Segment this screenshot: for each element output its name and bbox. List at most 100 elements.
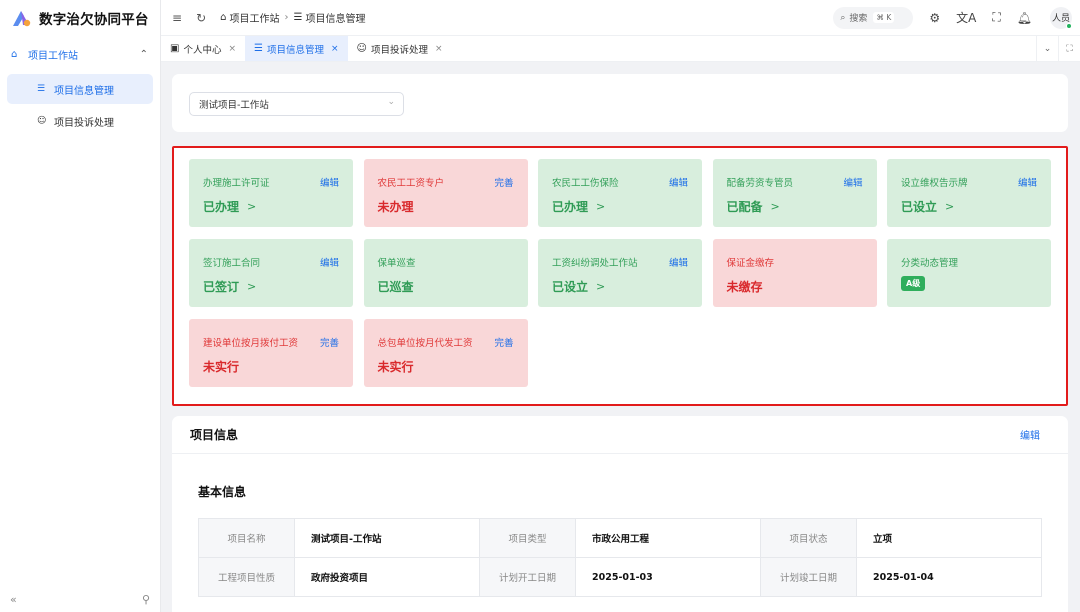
status-tile-header: 设立维权告示牌 编辑	[901, 175, 1037, 189]
status-tile[interactable]: 总包单位按月代发工资 完善未实行	[363, 319, 528, 387]
status-tile-status-text: 已设立	[552, 280, 589, 294]
status-tile-header: 保单巡查	[378, 255, 514, 269]
status-tile-header: 建设单位按月拨付工资 完善	[203, 335, 339, 349]
status-tile-status-text: 已签订	[203, 280, 240, 294]
breadcrumb-item[interactable]: 项目工作站	[229, 10, 279, 25]
app-name: 数字治欠协同平台	[39, 12, 149, 28]
status-tile-header: 总包单位按月代发工资 完善	[378, 335, 514, 349]
collapse-sidebar-icon[interactable]: «	[10, 593, 17, 606]
tab-label: 项目投诉处理	[370, 44, 428, 56]
status-tile-name: 总包单位按月代发工资	[377, 338, 473, 349]
sidebar-item-complaints[interactable]: ☺ 项目投诉处理	[7, 106, 153, 136]
status-tile-header: 配备劳资专管员 编辑	[727, 175, 863, 189]
chevron-right-icon[interactable]: >	[596, 280, 605, 293]
status-tile-action-link[interactable]: 编辑	[669, 255, 688, 269]
chevron-right-icon[interactable]: >	[247, 200, 256, 213]
sidebar-item-label: 项目信息管理	[54, 85, 114, 97]
project-info-edit-button[interactable]: 编辑	[1020, 427, 1040, 442]
project-select[interactable]: 测试项目-工作站 ⌄	[189, 92, 404, 116]
field-label: 项目状态	[760, 518, 857, 558]
menu-toggle-icon[interactable]: ≡	[172, 11, 182, 25]
field-label: 项目名称	[198, 518, 295, 558]
status-tile-status: 已办理 >	[203, 198, 339, 215]
app-logo-icon	[13, 11, 31, 27]
tab-bar-actions: ⌄ ⛶	[1036, 35, 1080, 62]
avatar[interactable]: 人员	[1050, 6, 1072, 29]
status-tile-action-link[interactable]: 编辑	[320, 175, 339, 189]
status-tile[interactable]: 保证金缴存 未缴存	[712, 239, 877, 307]
status-tile-header: 保证金缴存	[727, 255, 863, 269]
chevron-right-icon[interactable]: >	[771, 200, 780, 213]
refresh-icon[interactable]: ↻	[196, 11, 206, 25]
status-tile-status: 已签订 >	[203, 278, 339, 295]
chevron-right-icon[interactable]: >	[596, 200, 605, 213]
status-tile[interactable]: 农民工工伤保险 编辑 已办理 >	[538, 159, 702, 227]
status-tile-action-link[interactable]: 编辑	[843, 175, 862, 189]
tab-complaints[interactable]: ☺ 项目投诉处理 ×	[348, 36, 452, 61]
chevron-right-icon[interactable]: >	[247, 280, 256, 293]
header-actions: ⌕ 搜索 ⌘ K ⚙ 文A ⛶ 🔔︎ 人员	[833, 6, 1080, 29]
status-tile-status-text: 已办理	[203, 200, 240, 214]
status-tile[interactable]: 保单巡查 已巡查	[363, 239, 528, 307]
status-tile-action-link[interactable]: 编辑	[669, 175, 688, 189]
sidebar-group-project-workstation[interactable]: ⌂ 项目工作站 ⌃	[0, 36, 160, 72]
pin-icon[interactable]: ⚲	[142, 593, 150, 606]
home-icon: ⌂	[220, 12, 227, 23]
status-tile[interactable]: 分类动态管理 A级	[887, 239, 1051, 307]
status-tile-header: 农民工工资专户 完善	[378, 175, 514, 189]
settings-icon[interactable]: ⚙	[929, 11, 940, 25]
field-value: 政府投资项目	[294, 557, 480, 597]
basic-info-table: 项目名称 测试项目-工作站 项目类型 市政公用工程 项目状态 立项 工程项目性质 政府投资项目…	[198, 518, 1042, 597]
brand[interactable]: 数字治欠协同平台	[0, 0, 160, 36]
status-tile-status-text: 已巡查	[377, 280, 414, 294]
chevron-down-icon[interactable]: ⌄	[1036, 35, 1058, 62]
status-tile-status: 已设立 >	[901, 198, 1037, 215]
status-tile[interactable]: 配备劳资专管员 编辑已配备 >	[712, 159, 877, 227]
chevron-right-icon[interactable]: >	[945, 200, 954, 213]
search-label: 搜索	[849, 14, 868, 24]
grade-badge: A级	[901, 276, 926, 291]
close-icon[interactable]: ×	[435, 44, 443, 54]
status-tile-status: 已配备 >	[727, 198, 863, 215]
status-tile[interactable]: 建设单位按月拨付工资 完善 未实行	[189, 319, 353, 387]
status-tile[interactable]: 签订施工合同 编辑已签订 >	[189, 239, 353, 307]
breadcrumb-item[interactable]: 项目信息管理	[305, 10, 365, 25]
status-tile-name: 建设单位按月拨付工资	[203, 338, 299, 349]
search-button[interactable]: ⌕ 搜索 ⌘ K	[833, 6, 914, 29]
status-tile-name: 保证金缴存	[726, 258, 775, 269]
maximize-icon[interactable]: ⛶	[1058, 35, 1080, 62]
status-tile-action-link[interactable]: 编辑	[320, 255, 339, 269]
status-tile-action-link[interactable]: 完善	[494, 335, 513, 349]
status-tile-status-text: 已设立	[901, 200, 938, 214]
field-label: 计划开工日期	[479, 557, 576, 597]
status-tile-action-link[interactable]: 完善	[494, 175, 513, 189]
close-icon[interactable]: ×	[331, 44, 339, 54]
status-tile-header: 办理施工许可证 编辑	[203, 175, 339, 189]
status-tile[interactable]: 农民工工资专户 完善 未办理	[363, 159, 528, 227]
breadcrumb-separator-icon: ›	[284, 12, 289, 23]
status-tile[interactable]: 办理施工许可证 编辑 已办理 >	[189, 159, 353, 227]
bell-icon[interactable]: 🔔︎	[1017, 11, 1032, 25]
sidebar-item-project-info[interactable]: ☰ 项目信息管理	[7, 74, 153, 104]
home-icon: ⌂	[11, 48, 18, 60]
status-tile-name: 分类动态管理	[901, 258, 959, 269]
status-tile-action-link[interactable]: 编辑	[1018, 175, 1037, 189]
tab-personal-center[interactable]: ▣ 个人中心 ×	[161, 36, 245, 61]
close-icon[interactable]: ×	[228, 44, 236, 54]
status-tile-header: 工资纠纷调处工作站 编辑	[552, 255, 688, 269]
fullscreen-icon[interactable]: ⛶	[992, 10, 1000, 25]
status-tile[interactable]: 工资纠纷调处工作站 编辑 已设立 >	[538, 239, 702, 307]
basic-info-title: 基本信息	[198, 485, 247, 499]
status-tile-action-link[interactable]: 完善	[320, 335, 339, 349]
field-value: 2025-01-03	[575, 557, 761, 597]
status-tile-name: 配备劳资专管员	[726, 178, 794, 189]
status-tile[interactable]: 设立维权告示牌 编辑 已设立 >	[887, 159, 1051, 227]
smile-icon: ☺	[37, 116, 47, 126]
list-icon: ☰	[293, 12, 303, 23]
search-shortcut: ⌘ K	[873, 12, 895, 23]
status-tile-status: 未实行	[378, 358, 514, 375]
translate-icon[interactable]: 文A	[956, 9, 976, 26]
status-tile-name: 签订施工合同	[203, 258, 261, 269]
status-tile-header: 签订施工合同 编辑	[203, 255, 339, 269]
tab-project-info[interactable]: ☰ 项目信息管理 ×	[245, 36, 348, 61]
